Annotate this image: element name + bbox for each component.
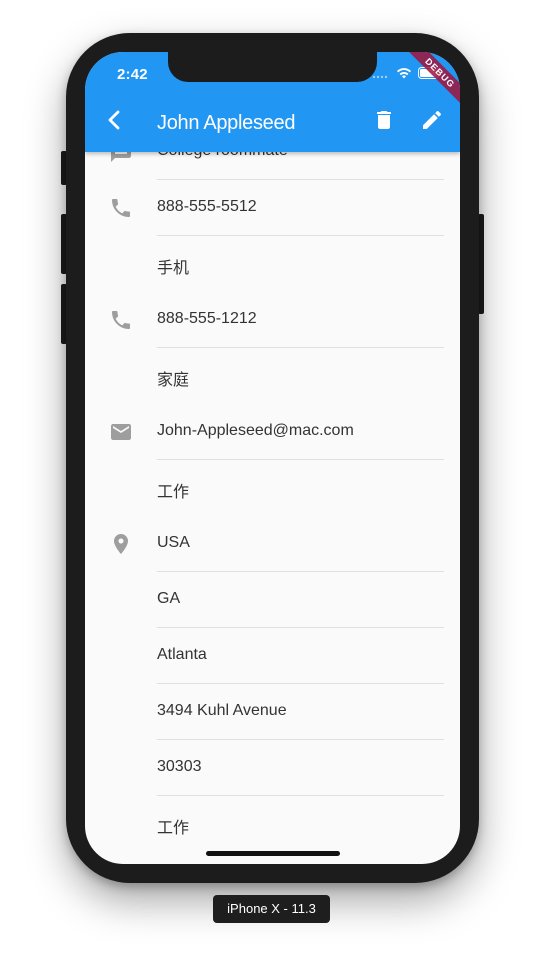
email-icon bbox=[109, 420, 133, 444]
address-street-text: 3494 Kuhl Avenue bbox=[157, 702, 287, 719]
list-item[interactable]: 888-555-5512 bbox=[85, 180, 460, 236]
device-label: iPhone X - 11.3 bbox=[213, 895, 330, 923]
list-item: 工作 bbox=[85, 460, 460, 516]
list-item[interactable]: 888-555-1212 bbox=[85, 292, 460, 348]
simulator-stage: College roommate 888-555-5512 手机 888-555… bbox=[0, 0, 545, 964]
list-item: 手机 bbox=[85, 236, 460, 292]
address-type-text: 工作 bbox=[157, 820, 190, 837]
edit-button[interactable] bbox=[420, 110, 444, 134]
phone-icon bbox=[109, 196, 133, 220]
email-text: John-Appleseed@mac.com bbox=[157, 422, 354, 439]
list-item[interactable]: USA bbox=[85, 516, 460, 572]
address-state-text: GA bbox=[157, 590, 181, 607]
chevron-left-icon bbox=[103, 108, 127, 137]
location-pin-icon bbox=[109, 532, 133, 556]
back-button[interactable] bbox=[103, 110, 127, 134]
page-title: John Appleseed bbox=[157, 112, 296, 134]
address-postcode-text: 30303 bbox=[157, 758, 202, 775]
phone-icon bbox=[109, 308, 133, 332]
address-city-text: Atlanta bbox=[157, 646, 207, 663]
status-time: 2:42 bbox=[117, 66, 148, 83]
email-type-text: 工作 bbox=[157, 484, 190, 501]
delete-button[interactable] bbox=[372, 110, 396, 134]
home-indicator[interactable] bbox=[206, 851, 340, 856]
contact-details-list[interactable]: College roommate 888-555-5512 手机 888-555… bbox=[85, 124, 460, 852]
list-item: Atlanta bbox=[85, 628, 460, 684]
address-country-text: USA bbox=[157, 534, 190, 551]
wifi-icon bbox=[396, 66, 412, 84]
list-item[interactable]: John-Appleseed@mac.com bbox=[85, 404, 460, 460]
list-item: 工作 bbox=[85, 796, 460, 852]
list-item: GA bbox=[85, 572, 460, 628]
phone-number-text: 888-555-1212 bbox=[157, 310, 257, 327]
phone-number-text: 888-555-5512 bbox=[157, 198, 257, 215]
list-item: 3494 Kuhl Avenue bbox=[85, 684, 460, 740]
phone-type-text: 手机 bbox=[157, 260, 190, 277]
list-item: 30303 bbox=[85, 740, 460, 796]
notch bbox=[168, 52, 377, 82]
device-screen: College roommate 888-555-5512 手机 888-555… bbox=[85, 52, 460, 864]
phone-type-text: 家庭 bbox=[157, 372, 190, 389]
list-item: 家庭 bbox=[85, 348, 460, 404]
trash-icon bbox=[372, 108, 396, 137]
pencil-icon bbox=[420, 108, 444, 137]
